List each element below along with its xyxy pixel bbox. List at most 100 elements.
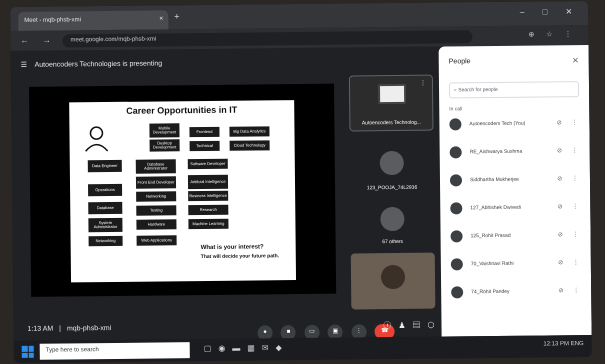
participant-name: RE_Aishwarya Sushma [469,148,523,156]
mic-status-icon[interactable]: ⊘ ⋮ [557,175,582,182]
chat-icon[interactable]: ▤ [412,321,427,330]
career-box: Data Engineer [87,159,122,173]
participant-name: 70_Vaishnavi Rathi [470,260,514,268]
career-box: Hardware [136,219,177,230]
avatar [380,206,405,232]
tile-label: Autoencoders Technolog... [361,119,421,127]
career-box: Big Data Analytics [229,126,270,137]
participant-tile[interactable]: 123_POOJA_74L2936 [349,138,435,196]
career-box: Artificial Intelligence [187,174,229,190]
career-box: Testing [136,205,177,216]
person-icon [85,126,109,152]
avatar [449,174,463,187]
participant-row[interactable]: Siddhartha Mukherjee ⊘ ⋮ [449,173,582,188]
career-box: Software Developer [187,158,228,170]
career-box: Business Intelligence [188,190,229,202]
mail-icon[interactable]: ✉ [262,343,276,352]
window-controls[interactable]: – □ ✕ [520,7,581,17]
section-label: In call [449,106,463,113]
app-icon[interactable]: ◆ [275,343,288,352]
mic-status-icon[interactable]: ⊘ ⋮ [558,231,583,238]
participant-tile-others[interactable]: 67 others [350,194,435,250]
start-icon[interactable] [21,345,34,358]
career-box: Networking [88,235,123,247]
slide-question: What is your interest? [200,244,264,252]
career-box: Networking [136,191,177,202]
career-box: Database Administrator [135,159,176,174]
more-icon[interactable]: ⋮ [420,80,426,87]
career-box: Machine Learning [188,218,229,230]
participant-name: 127_Abhishek Dwivedi [470,204,521,212]
career-box: Desktop Development [149,139,180,152]
presenting-banner: ☰ Autoencoders Technologies is presentin… [21,59,162,68]
search-people-input[interactable]: ⌕ Search for people [448,81,580,99]
mic-status-icon[interactable]: ⊘ ⋮ [558,287,583,294]
address-bar[interactable]: meet.google.com/mqb-phsb-xmi [62,30,473,48]
close-tab-icon[interactable]: × [159,15,163,22]
search-placeholder: Search for people [458,86,498,94]
self-video-tile[interactable] [350,252,436,310]
avatar [379,150,404,176]
mic-status-icon[interactable]: ⊘ ⋮ [557,147,582,154]
task-view-icon[interactable]: ▢ [204,344,219,353]
meeting-code: mqb-phsb-xmi [66,324,112,333]
participant-row[interactable]: 125_Rohit Prasad ⊘ ⋮ [450,229,583,244]
career-box: Research [188,204,229,216]
meeting-info: 1:13 AM | mqb-phsb-xmi [27,324,112,333]
folder-icon[interactable]: ▬ [232,344,247,353]
avatar [449,118,462,131]
avatar [450,258,463,271]
participant-name: Autoencoders Tech (You) [469,120,526,128]
participant-tile-presenter[interactable]: ⋮ Autoencoders Technolog... [348,74,434,132]
tile-label: 67 others [382,238,404,246]
tile-label: 123_POOJA_74L2936 [366,184,418,192]
tab-title: Meet - mqb-phsb-xmi [24,17,82,24]
career-box: Technical [189,140,220,152]
close-icon[interactable]: ✕ [572,56,579,65]
participant-row[interactable]: Autoencoders Tech (You) ⊘ ⋮ [449,117,581,132]
search-icon: ⌕ [454,87,457,94]
people-panel: People ✕ ⌕ Search for people In call Aut… [438,44,592,337]
avatar [449,146,462,159]
menu-icon[interactable]: ☰ [21,62,27,69]
laptop-icon [377,83,407,105]
career-box: Front End Developer [135,176,177,189]
store-icon[interactable]: ▦ [247,343,262,352]
mic-status-icon[interactable]: ⊘ ⋮ [558,203,583,210]
participant-name: 74_Rohit Pandey [471,288,510,296]
career-box: System Administrator [88,217,123,233]
slide-title: Career Opportunities in IT [126,104,238,116]
career-box: Mobile Development [149,123,180,138]
avatar [450,230,463,243]
career-box: Cloud Technology [229,140,270,151]
presenting-text: Autoencoders Technologies is presenting [34,60,163,69]
participant-row[interactable]: 127_Abhishek Dwivedi ⊘ ⋮ [450,201,582,216]
mic-status-icon[interactable]: ⊘ ⋮ [558,259,583,266]
people-icon[interactable]: ♟ [398,321,412,330]
tile-label [351,305,435,306]
slide: Career Opportunities in IT Mobile Develo… [69,100,297,283]
taskbar: Type here to search ▢◉▬▦✉◆ 12:13 PM ENG [13,334,592,364]
career-box: Database [88,201,123,215]
presentation-stage: Career Opportunities in IT Mobile Develo… [28,83,337,297]
taskbar-search[interactable]: Type here to search [39,342,190,360]
activities-icon[interactable]: ⬡ [427,321,441,330]
browser-extensions[interactable]: ⊕ ☆ ⋮ [528,30,576,39]
side-controls: ⓘ♟▤⬡ [383,320,441,332]
participant-name: Siddhartha Mukherjee [469,176,519,184]
participant-name: 125_Rohit Prasad [470,232,511,240]
info-icon[interactable]: ⓘ [383,321,398,330]
career-box: Web Applications [136,235,177,246]
taskbar-apps: ▢◉▬▦✉◆ [204,343,289,353]
career-box: Operations [88,183,123,197]
new-tab-button[interactable]: + [174,11,179,21]
mic-status-icon[interactable]: ⊘ ⋮ [557,119,582,126]
screen: Meet - mqb-phsb-xmi × + – □ ✕ ← → C meet… [10,0,592,364]
participant-row[interactable]: RE_Aishwarya Sushma ⊘ ⋮ [449,145,582,160]
participant-row[interactable]: 74_Rohit Pandey ⊘ ⋮ [451,285,583,300]
system-tray: 12:13 PM ENG [543,341,584,348]
browser-tab[interactable]: Meet - mqb-phsb-xmi × [18,10,169,31]
participant-row[interactable]: 70_Vaishnavi Rathi ⊘ ⋮ [450,257,583,272]
career-box: Frontend [189,126,220,138]
chrome-icon[interactable]: ◉ [218,344,232,353]
